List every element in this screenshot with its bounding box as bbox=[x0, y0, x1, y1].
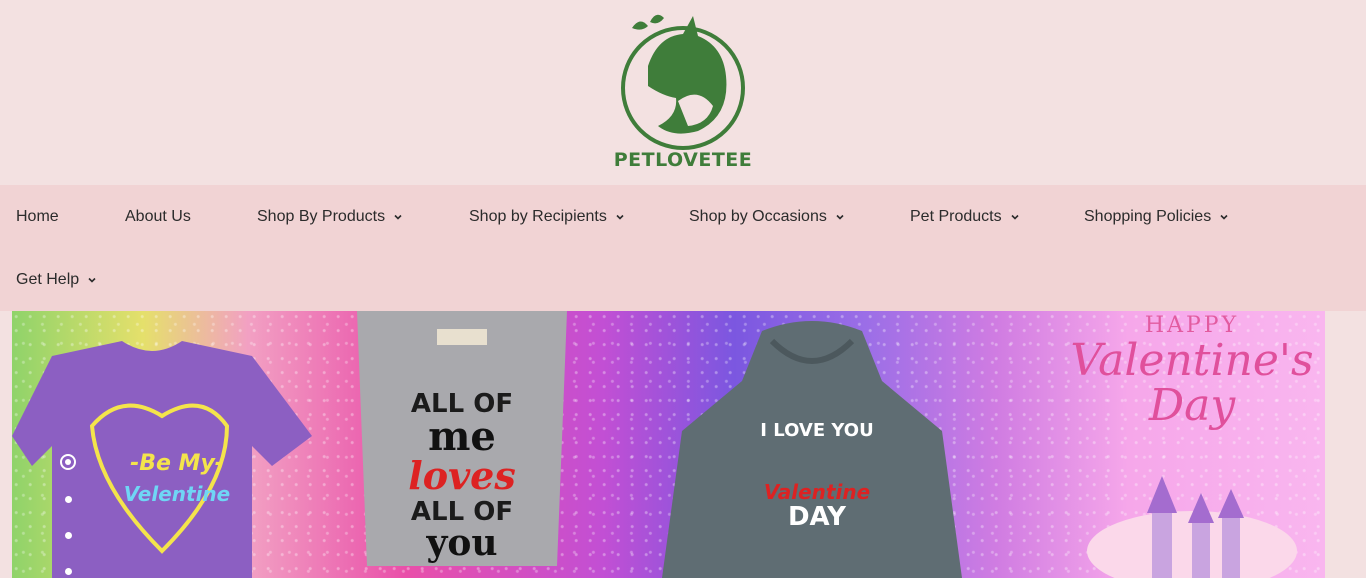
nav-label: Pet Products bbox=[910, 207, 1002, 225]
nav-label: About Us bbox=[125, 207, 191, 225]
slider-dot[interactable] bbox=[65, 532, 72, 539]
chevron-down-icon bbox=[1011, 214, 1019, 220]
site-logo[interactable]: PETLOVETEE bbox=[612, 6, 754, 178]
nav-item-home[interactable]: Home bbox=[16, 208, 59, 226]
shirt2-line3: loves bbox=[408, 453, 516, 498]
nav-item-shop-by-products[interactable]: Shop By Products bbox=[257, 208, 403, 226]
nav-item-shop-by-occasions[interactable]: Shop by Occasions bbox=[689, 208, 845, 226]
nav-label: Shop by Recipients bbox=[469, 207, 607, 225]
nav-item-shopping-policies[interactable]: Shopping Policies bbox=[1084, 208, 1229, 226]
nav-label: Home bbox=[16, 207, 59, 225]
shirt2-text: ALL OF me loves ALL OF you bbox=[382, 391, 542, 561]
greeting-day: Day bbox=[1148, 380, 1236, 431]
nav-label: Shopping Policies bbox=[1084, 207, 1212, 225]
nav-item-shop-by-recipients[interactable]: Shop by Recipients bbox=[469, 208, 625, 226]
main-nav: Home About Us Shop By Products Shop by R… bbox=[0, 185, 1366, 311]
chevron-down-icon bbox=[394, 214, 402, 220]
hoodie-line1: I LOVE YOU bbox=[760, 420, 874, 441]
shirt2-line2: me bbox=[428, 413, 496, 460]
nav-row-2: Get Help bbox=[0, 248, 1366, 311]
pet-silhouette-logo-icon bbox=[621, 14, 745, 150]
shirt1-line2: Velentine bbox=[123, 482, 231, 506]
hoodie-line2: Valentine bbox=[763, 479, 871, 504]
slider-dot[interactable] bbox=[65, 568, 72, 575]
nav-item-get-help[interactable]: Get Help bbox=[16, 271, 97, 289]
nav-label: Shop By Products bbox=[257, 207, 386, 225]
chevron-down-icon bbox=[88, 277, 96, 283]
castle-icon bbox=[1087, 476, 1297, 578]
chevron-down-icon bbox=[616, 214, 624, 220]
shirt2-line5: you bbox=[426, 522, 498, 564]
greeting-valentines: Valentine's bbox=[1070, 335, 1314, 386]
hoodie-text: I LOVE YOU Valentine DAY bbox=[752, 421, 882, 531]
hoodie-line3: DAY bbox=[787, 501, 847, 532]
nav-label: Get Help bbox=[16, 270, 80, 288]
chevron-down-icon bbox=[836, 214, 844, 220]
nav-label: Shop by Occasions bbox=[689, 207, 827, 225]
slider-dot[interactable] bbox=[65, 496, 72, 503]
slider-dot-active[interactable] bbox=[60, 454, 76, 470]
nav-item-pet-products[interactable]: Pet Products bbox=[910, 208, 1020, 226]
hero-banner[interactable]: -Be My- Velentine ALL OF me loves ALL OF… bbox=[12, 311, 1325, 578]
shirt1-text: -Be My- Velentine bbox=[112, 451, 242, 506]
nav-row-1: Home About Us Shop By Products Shop by R… bbox=[0, 185, 1366, 248]
valentine-greeting: HAPPY Valentine's Day bbox=[1052, 311, 1325, 428]
brand-name: PETLOVETEE bbox=[613, 149, 753, 171]
nav-item-about-us[interactable]: About Us bbox=[125, 208, 191, 226]
site-header: PETLOVETEE bbox=[0, 0, 1366, 185]
shirt1-line1: -Be My- bbox=[130, 451, 224, 476]
chevron-down-icon bbox=[1220, 214, 1228, 220]
